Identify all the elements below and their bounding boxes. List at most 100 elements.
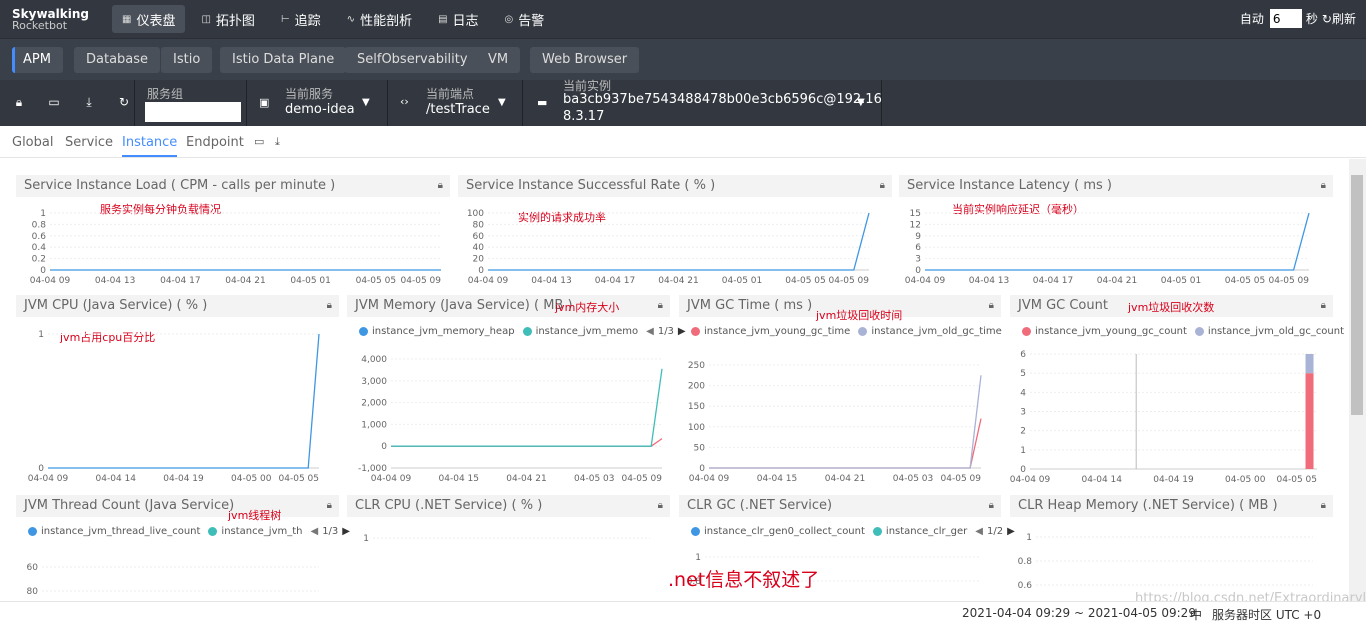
- time-range[interactable]: 2021-04-04 09:29 ~ 2021-04-05 09:29: [962, 606, 1196, 620]
- x-tick-label: 04-05 05: [1225, 276, 1265, 286]
- service-group-input[interactable]: [145, 102, 241, 122]
- y-tick-label: 0.6: [32, 232, 47, 242]
- x-tick-label: 04-05 09: [1269, 276, 1310, 286]
- x-tick-label: 04-04 09: [28, 474, 69, 484]
- log-icon: ▤: [438, 13, 448, 25]
- x-tick-label: 04-05 00: [1225, 475, 1266, 485]
- chart-instance-latency: 03 69 1215 04-04 09 04-04 13 04-04 17 04-04 21…: [905, 209, 1310, 286]
- y-tick-label: 2: [1020, 427, 1026, 437]
- y-tick-label: 3: [1020, 408, 1026, 418]
- panel-jvm-gc-count: JVM GC Count 🔒︎ jvm垃圾回收次数 instance_jvm_yo…: [1010, 295, 1344, 487]
- nav-topology[interactable]: ◫ 拓扑图: [191, 5, 264, 33]
- x-tick-label: 04-04 09: [30, 276, 71, 286]
- x-tick-label: 04-05 00: [231, 474, 272, 484]
- service-selector[interactable]: ▣ 当前服务 demo-idea ▼: [246, 80, 387, 126]
- nav-label: 拓扑图: [215, 13, 255, 29]
- reload-icon[interactable]: ↻: [115, 95, 133, 110]
- chevron-down-icon: ▼: [498, 97, 506, 108]
- nav-label: 告警: [518, 13, 545, 29]
- y-tick-label: 0.4: [32, 243, 47, 253]
- refresh-button[interactable]: ↻刷新: [1322, 10, 1356, 27]
- nav-trace[interactable]: ⊢ 追踪: [271, 5, 331, 33]
- y-tick-label: 0: [478, 266, 484, 276]
- y-tick-label: 0.2: [32, 255, 46, 265]
- x-tick-label: 04-05 09: [829, 276, 870, 286]
- nav-profile[interactable]: ∿ 性能剖析: [337, 5, 422, 33]
- nav-alarm[interactable]: ◎ 告警: [495, 5, 555, 33]
- download-icon[interactable]: ⤓: [80, 95, 98, 110]
- instance-value: ba3cb937be7543488478b00e3cb6596c@192.16 …: [563, 91, 882, 125]
- layer-web-browser[interactable]: Web Browser: [530, 47, 640, 73]
- layer-selfobservability[interactable]: SelfObservability: [345, 47, 480, 73]
- logo: Skywalking Rocketbot: [12, 8, 89, 32]
- x-tick-label: 04-04 17: [595, 276, 635, 286]
- y-tick-label: 3: [915, 255, 921, 265]
- nav-label: 仪表盘: [136, 13, 176, 29]
- y-tick-label: 6: [915, 243, 921, 253]
- y-tick-label: 60: [27, 563, 39, 573]
- x-tick-label: 04-05 05: [785, 276, 825, 286]
- auto-interval-input[interactable]: [1269, 9, 1302, 28]
- x-tick-label: 04-04 09: [371, 474, 412, 484]
- y-tick-label: 40: [473, 243, 485, 253]
- tab-global[interactable]: Global: [12, 135, 53, 150]
- x-tick-label: 04-04 21: [1097, 276, 1137, 286]
- y-tick-label: 0: [699, 464, 705, 474]
- series-line: [391, 438, 663, 447]
- endpoint-selector[interactable]: ‹› 当前端点 /testTrace ▼: [387, 80, 522, 126]
- x-tick-label: 04-05 09: [622, 474, 663, 484]
- nav-dashboard[interactable]: ▦ 仪表盘: [112, 5, 186, 33]
- panel-instance-latency: Service Instance Latency ( ms ) 🔒︎ 当前实例响应…: [899, 175, 1333, 287]
- vertical-scrollbar[interactable]: [1349, 159, 1366, 601]
- folder-icon[interactable]: ▭: [45, 95, 63, 110]
- endpoint-label: 当前端点: [426, 87, 475, 101]
- layer-database[interactable]: Database: [74, 47, 161, 73]
- main-nav: ▦ 仪表盘 ◫ 拓扑图 ⊢ 追踪 ∿ 性能剖析 ▤ 日志 ◎ 告警: [112, 5, 560, 33]
- x-tick-label: 04-04 15: [439, 474, 479, 484]
- chart-jvm-cpu: 0 1 04-04 09 04-04 14 04-04 19 04-05 00 04-05 …: [28, 330, 320, 484]
- download-icon[interactable]: ⤓: [275, 135, 280, 149]
- y-tick-label: 200: [688, 382, 705, 392]
- layer-istio[interactable]: Istio: [161, 47, 213, 73]
- y-tick-label: 2,000: [361, 399, 387, 409]
- endpoint-value: /testTrace: [426, 102, 490, 117]
- trace-icon: ⊢: [280, 13, 290, 25]
- layer-vm[interactable]: VM: [476, 47, 521, 73]
- x-tick-label: 04-05 09: [401, 276, 442, 286]
- x-tick-label: 04-04 19: [163, 474, 204, 484]
- instance-value-line1: ba3cb937be7543488478b00e3cb6596c@192.16: [563, 92, 882, 107]
- y-tick-label: 9: [915, 232, 921, 242]
- nav-log[interactable]: ▤ 日志: [428, 5, 488, 33]
- y-tick-label: 0.6: [1018, 581, 1033, 591]
- net-annotation: .net信息不叙述了: [668, 569, 820, 591]
- chart-jvm-gc-time: 0 50 100 150 200 250 04-04 09 04-04 15 04-04 21 0…: [688, 361, 982, 484]
- y-tick-label: 100: [688, 423, 705, 433]
- y-tick-label: 80: [473, 220, 485, 230]
- instance-selector[interactable]: ▬ 当前实例 ba3cb937be7543488478b00e3cb6596c@…: [522, 79, 882, 126]
- tab-endpoint[interactable]: Endpoint: [186, 135, 244, 150]
- y-tick-label: 20: [473, 255, 485, 265]
- layer-apm[interactable]: APM: [12, 47, 63, 73]
- y-tick-label: 15: [910, 209, 921, 219]
- tab-instance[interactable]: Instance: [122, 135, 178, 157]
- scrollbar-thumb[interactable]: [1351, 175, 1363, 415]
- layer-istio-data-plane[interactable]: Istio Data Plane: [220, 47, 347, 73]
- series-line: [709, 418, 982, 469]
- panel-jvm-memory: JVM Memory (Java Service) ( MB ) 🔒︎ jvm内存…: [347, 295, 686, 487]
- logo-line2: Rocketbot: [12, 19, 68, 32]
- instance-icon: ▬: [537, 96, 548, 109]
- y-tick-label: 0: [38, 464, 44, 474]
- y-tick-label: 0: [915, 266, 921, 276]
- y-tick-label: 1: [1026, 533, 1032, 543]
- language-toggle[interactable]: 中: [1190, 606, 1202, 623]
- x-tick-label: 04-04 21: [225, 276, 265, 286]
- folder-icon[interactable]: ▭: [254, 135, 264, 148]
- y-tick-label: 1: [40, 209, 46, 219]
- y-tick-label: 50: [694, 443, 706, 453]
- x-tick-label: 04-05 01: [1161, 276, 1201, 286]
- lock-icon[interactable]: 🔒︎: [10, 95, 28, 110]
- tab-service[interactable]: Service: [65, 135, 113, 150]
- series-line: [709, 375, 982, 469]
- panel-jvm-thread-count: JVM Thread Count (Java Service) 🔒︎ jvm线程树…: [16, 495, 350, 601]
- service-group-label: 服务组: [147, 87, 184, 101]
